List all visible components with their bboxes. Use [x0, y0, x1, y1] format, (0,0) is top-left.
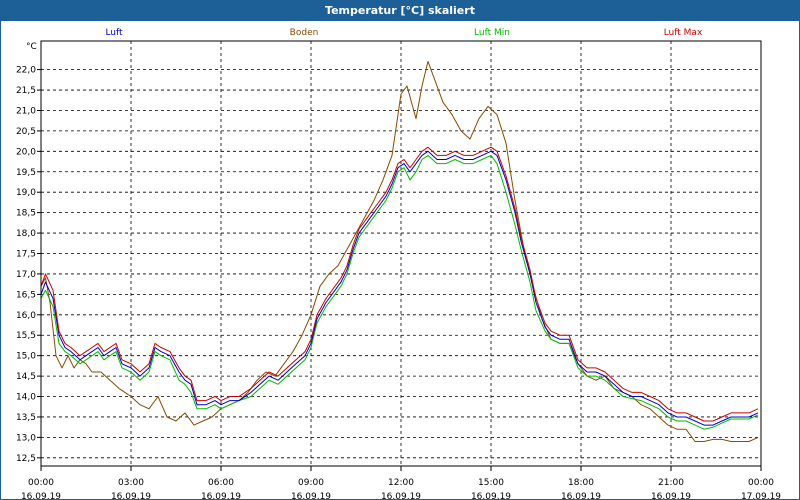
- y-tick-label: 14,5: [16, 372, 36, 382]
- x-tick-date: 16.09.19: [291, 492, 331, 499]
- legend: Luft Boden Luft Min Luft Max: [105, 28, 703, 38]
- y-tick-label: 16,5: [16, 290, 36, 300]
- y-tick-label: 18,5: [16, 209, 36, 219]
- x-tick-date: 16.09.19: [471, 492, 511, 499]
- y-tick-label: 20,5: [16, 127, 36, 137]
- x-tick-time: 00:00: [28, 478, 54, 488]
- y-tick-label: 19,5: [16, 168, 36, 178]
- y-tick-label: 13,5: [16, 413, 36, 423]
- series-line-luft-max: [40, 146, 759, 422]
- series-line-luft-min: [40, 154, 759, 430]
- x-axis: 00:00 16.09.19 03:00 16.09.19 06:00 16.09.19 0…: [21, 466, 781, 499]
- y-axis: 12,5 13,0 13,5 14,0 14,5 15,0 15,5 16,0 16,5 17,0…: [16, 66, 41, 464]
- y-tick-label: 17,5: [16, 250, 36, 260]
- y-tick-label: 20,0: [16, 147, 36, 157]
- y-tick-label: 21,5: [16, 86, 36, 96]
- temperature-chart: 12,5 13,0 13,5 14,0 14,5 15,0 15,5 16,0 16,5 17,0…: [16, 28, 781, 499]
- x-tick-date: 16.09.19: [201, 492, 241, 499]
- x-tick-date: 16.09.19: [381, 492, 421, 499]
- y-tick-label: 15,5: [16, 331, 36, 341]
- window-title: Temperatur [°C] skaliert: [1, 1, 799, 21]
- y-tick-label: 19,0: [16, 188, 36, 198]
- y-tick-label: 18,0: [16, 229, 36, 239]
- x-tick-time: 09:00: [298, 478, 324, 488]
- y-tick-label: 16,0: [16, 311, 36, 321]
- legend-entry-boden: Boden: [290, 28, 319, 38]
- legend-entry-luft-max: Luft Max: [664, 28, 703, 38]
- y-tick-label: 17,0: [16, 270, 36, 280]
- x-tick-time: 15:00: [478, 478, 504, 488]
- x-tick-time: 06:00: [208, 478, 234, 488]
- y-tick-label: 15,0: [16, 352, 36, 362]
- x-tick-date: 16.09.19: [111, 492, 151, 499]
- y-tick-label: 13,0: [16, 433, 36, 443]
- y-tick-label: 22,0: [16, 66, 36, 76]
- legend-entry-luft-min: Luft Min: [474, 28, 510, 38]
- x-tick-date: 16.09.19: [21, 492, 61, 499]
- x-tick-time: 21:00: [658, 478, 684, 488]
- x-tick-date: 16.09.19: [561, 492, 601, 499]
- x-tick-time: 03:00: [118, 478, 144, 488]
- y-axis-unit: °C: [26, 42, 37, 52]
- x-tick-date: 16.09.19: [651, 492, 691, 499]
- x-tick-time: 00:00: [748, 478, 774, 488]
- y-tick-label: 21,0: [16, 106, 36, 116]
- series-line-luft: [40, 150, 759, 426]
- y-tick-label: 12,5: [16, 454, 36, 464]
- x-tick-time: 18:00: [568, 478, 594, 488]
- legend-entry-luft: Luft: [105, 28, 123, 38]
- x-tick-time: 12:00: [388, 478, 414, 488]
- x-tick-date: 17.09.19: [741, 492, 781, 499]
- series-layer: [40, 60, 759, 442]
- series-line-boden: [40, 60, 759, 442]
- chart-window: Temperatur [°C] skaliert 12,5 13,0 13,5 14,…: [0, 0, 800, 500]
- y-tick-label: 14,0: [16, 393, 36, 403]
